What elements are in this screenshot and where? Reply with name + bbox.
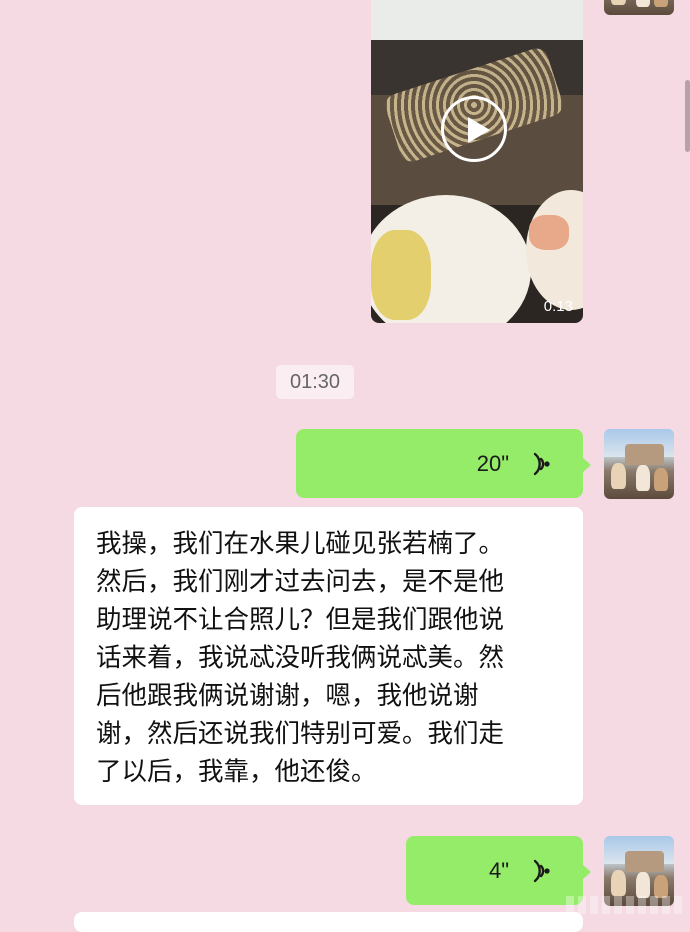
incoming-text-message[interactable] <box>74 912 583 932</box>
watermark <box>566 896 686 914</box>
voice-message[interactable]: 20" <box>296 429 591 498</box>
chat-view: 0:13 01:30 20" 我操，我们在水果儿碰见张若楠了。 然后，我们刚才过… <box>0 0 690 932</box>
message-line: 了以后，我靠，他还俊。 <box>96 757 377 787</box>
play-icon[interactable] <box>441 96 507 162</box>
message-line: 后他跟我俩说谢谢，嗯，我他说谢 <box>96 681 479 711</box>
message-line: 话来着，我说忒没听我俩说忒美。然 <box>96 643 505 673</box>
message-line: 谢，然后还说我们特别可爱。我们走 <box>96 719 505 749</box>
scrollbar[interactable] <box>685 80 690 152</box>
voice-duration: 20" <box>476 450 509 476</box>
video-message[interactable]: 0:13 <box>371 0 583 323</box>
video-duration: 0:13 <box>543 298 573 315</box>
voice-wave-icon <box>527 858 553 884</box>
message-line: 助理说不让合照儿？但是我们跟他说 <box>96 605 505 635</box>
sender-avatar[interactable] <box>604 0 674 15</box>
message-line: 我操，我们在水果儿碰见张若楠了。 <box>96 529 505 559</box>
voice-wave-icon <box>527 451 553 477</box>
message-line: 然后，我们刚才过去问去，是不是他 <box>96 567 505 597</box>
message-timestamp: 01:30 <box>276 365 354 399</box>
voice-message[interactable]: 4" <box>406 836 591 905</box>
sender-avatar[interactable] <box>604 429 674 499</box>
voice-duration: 4" <box>488 857 509 883</box>
incoming-text-message[interactable]: 我操，我们在水果儿碰见张若楠了。 然后，我们刚才过去问去，是不是他 助理说不让合… <box>74 507 583 805</box>
